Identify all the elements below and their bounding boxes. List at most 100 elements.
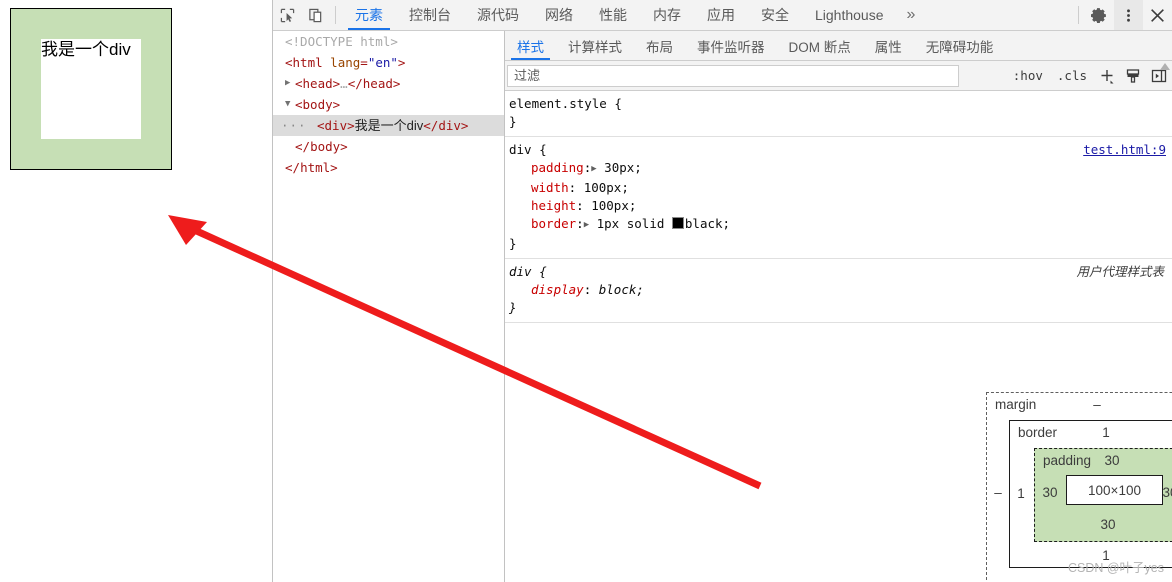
dom-token-punct: <: [295, 76, 303, 91]
dom-token-punct: </: [295, 139, 311, 154]
dom-tree-panel[interactable]: <!DOCTYPE html> <html lang="en"> ▶ <head>…<…: [273, 31, 504, 582]
dom-token-punct: </: [347, 76, 363, 91]
css-source-link[interactable]: test.html:9: [1083, 141, 1166, 159]
padding-bottom-value[interactable]: 30: [1097, 517, 1119, 532]
css-selector[interactable]: div: [509, 142, 532, 157]
css-selector[interactable]: div: [509, 264, 532, 279]
margin-bottom-value[interactable]: –: [1087, 575, 1107, 582]
tab-dom-breakpoints[interactable]: DOM 断点: [777, 31, 863, 60]
css-property-value[interactable]: block;: [591, 282, 644, 297]
css-property-name[interactable]: width: [531, 180, 569, 195]
toolbar-divider: [335, 6, 336, 24]
dom-node[interactable]: </body>: [273, 136, 504, 157]
twisty-expanded-icon[interactable]: ▼: [285, 94, 290, 115]
css-rule[interactable]: div {用户代理样式表 display: block;}: [505, 259, 1172, 323]
css-declaration[interactable]: padding: ▶ 30px;: [509, 159, 1172, 179]
devtools-main-tabbar: 元素 控制台 源代码 网络 性能 内存 应用 安全 Lighthouse »: [273, 0, 1172, 31]
dom-token-punct: =: [360, 55, 368, 70]
shorthand-expand-icon[interactable]: ▶: [584, 216, 589, 234]
dom-node[interactable]: ▶ <head>…</head>: [273, 73, 504, 94]
box-model-content-box[interactable]: 100×100: [1066, 475, 1163, 505]
tab-performance[interactable]: 性能: [586, 0, 640, 30]
css-open-brace: {: [531, 142, 547, 157]
kebab-menu-icon[interactable]: [1114, 0, 1143, 30]
css-property-value[interactable]: 30px;: [597, 160, 642, 175]
twisty-collapsed-icon[interactable]: ▶: [285, 73, 290, 94]
css-property-value[interactable]: 100px;: [584, 198, 636, 213]
tab-properties[interactable]: 属性: [863, 31, 914, 60]
dom-node[interactable]: </html>: [273, 157, 504, 178]
margin-top-value[interactable]: –: [1087, 397, 1107, 412]
highlighted-div-element[interactable]: 我是一个div: [10, 8, 172, 170]
device-toolbar-icon[interactable]: [301, 0, 329, 30]
div-text-content: 我是一个div: [41, 39, 141, 139]
tab-elements[interactable]: 元素: [342, 0, 396, 30]
css-property-value-tail[interactable]: black;: [685, 216, 730, 231]
border-top-value[interactable]: 1: [1096, 425, 1116, 440]
dom-token-doctype: …: [340, 76, 348, 91]
tab-event-listeners[interactable]: 事件监听器: [685, 31, 777, 60]
tab-application[interactable]: 应用: [694, 0, 748, 30]
dom-token-tag: html: [292, 55, 323, 70]
padding-left-value[interactable]: 30: [1039, 485, 1061, 500]
tab-memory[interactable]: 内存: [640, 0, 694, 30]
element-classes-cls-button[interactable]: .cls: [1050, 68, 1094, 83]
user-agent-stylesheet-label: 用户代理样式表: [1076, 265, 1164, 279]
styles-filter-input[interactable]: [507, 64, 959, 87]
dom-node[interactable]: <html lang="en">: [273, 52, 504, 73]
tab-accessibility[interactable]: 无障碍功能: [914, 31, 1006, 60]
css-rule[interactable]: div {test.html:9 padding: ▶ 30px; width: 1…: [505, 137, 1172, 259]
box-model-border-box[interactable]: border 1 1 1 1 padding 30 30 30 30 100×1…: [1009, 420, 1172, 568]
padding-top-value[interactable]: 30: [1101, 453, 1123, 468]
styles-sidebar: 样式 计算样式 布局 事件监听器 DOM 断点 属性 无障碍功能 :hov .c…: [505, 31, 1172, 582]
tab-computed[interactable]: 计算样式: [556, 31, 634, 60]
css-declaration[interactable]: height: 100px;: [509, 197, 1172, 215]
styles-filter-row: :hov .cls: [505, 61, 1172, 91]
css-property-name[interactable]: padding: [531, 160, 584, 175]
css-open-brace: {: [606, 96, 622, 111]
styles-sidebar-tabbar: 样式 计算样式 布局 事件监听器 DOM 断点 属性 无障碍功能: [505, 31, 1172, 61]
css-property-value[interactable]: 100px;: [576, 180, 629, 195]
tab-sources[interactable]: 源代码: [464, 0, 532, 30]
box-model-margin-box[interactable]: margin – – – – border 1 1 1 1 padding 30…: [986, 392, 1172, 582]
box-model-padding-box[interactable]: padding 30 30 30 30 100×100: [1034, 448, 1172, 542]
dom-token-tag: div: [438, 118, 461, 133]
plus-icon[interactable]: [1094, 67, 1120, 85]
css-colon: :: [576, 198, 584, 213]
css-rules-list[interactable]: element.style {} div {test.html:9 padding:…: [505, 91, 1172, 373]
css-property-value[interactable]: 1px solid: [589, 216, 672, 231]
dom-node-more-icon[interactable]: ···: [281, 115, 307, 136]
tab-console[interactable]: 控制台: [396, 0, 464, 30]
inspect-cursor-icon[interactable]: [273, 0, 301, 30]
css-rule[interactable]: element.style {}: [505, 91, 1172, 137]
color-swatch[interactable]: [671, 217, 684, 229]
css-declaration[interactable]: display: block;: [509, 281, 1172, 299]
border-left-value[interactable]: 1: [1014, 486, 1028, 501]
tab-network[interactable]: 网络: [532, 0, 586, 30]
gear-icon[interactable]: [1085, 0, 1114, 30]
dom-node[interactable]: ▼ <body>: [273, 94, 504, 115]
force-state-hov-button[interactable]: :hov: [1006, 68, 1050, 83]
more-tabs-chevron-icon[interactable]: »: [897, 0, 926, 30]
dom-token-tag: div: [324, 118, 348, 133]
tab-styles[interactable]: 样式: [505, 31, 556, 60]
dom-token-punct: >: [397, 55, 406, 70]
dom-node-selected[interactable]: ··· <div>我是一个div</div>: [273, 115, 504, 136]
shorthand-expand-icon[interactable]: ▶: [591, 160, 596, 178]
tab-lighthouse[interactable]: Lighthouse: [802, 0, 897, 30]
margin-left-value[interactable]: –: [991, 485, 1005, 500]
box-model-margin-label: margin: [995, 397, 1037, 412]
dom-token-tag: head: [302, 76, 333, 91]
css-declaration[interactable]: border: ▶ 1px solid black;: [509, 215, 1172, 235]
tab-layout[interactable]: 布局: [634, 31, 685, 60]
dom-node[interactable]: <!DOCTYPE html>: [273, 31, 504, 52]
css-declaration[interactable]: width: 100px;: [509, 179, 1172, 197]
css-property-name[interactable]: border: [531, 216, 576, 231]
tab-security[interactable]: 安全: [748, 0, 802, 30]
css-property-name[interactable]: display: [531, 282, 584, 297]
paintbrush-icon[interactable]: [1120, 68, 1146, 84]
css-selector[interactable]: element.style: [509, 96, 607, 111]
css-property-name[interactable]: height: [531, 198, 576, 213]
close-icon[interactable]: [1143, 0, 1172, 30]
dom-token-txt: 我是一个div: [354, 118, 424, 133]
